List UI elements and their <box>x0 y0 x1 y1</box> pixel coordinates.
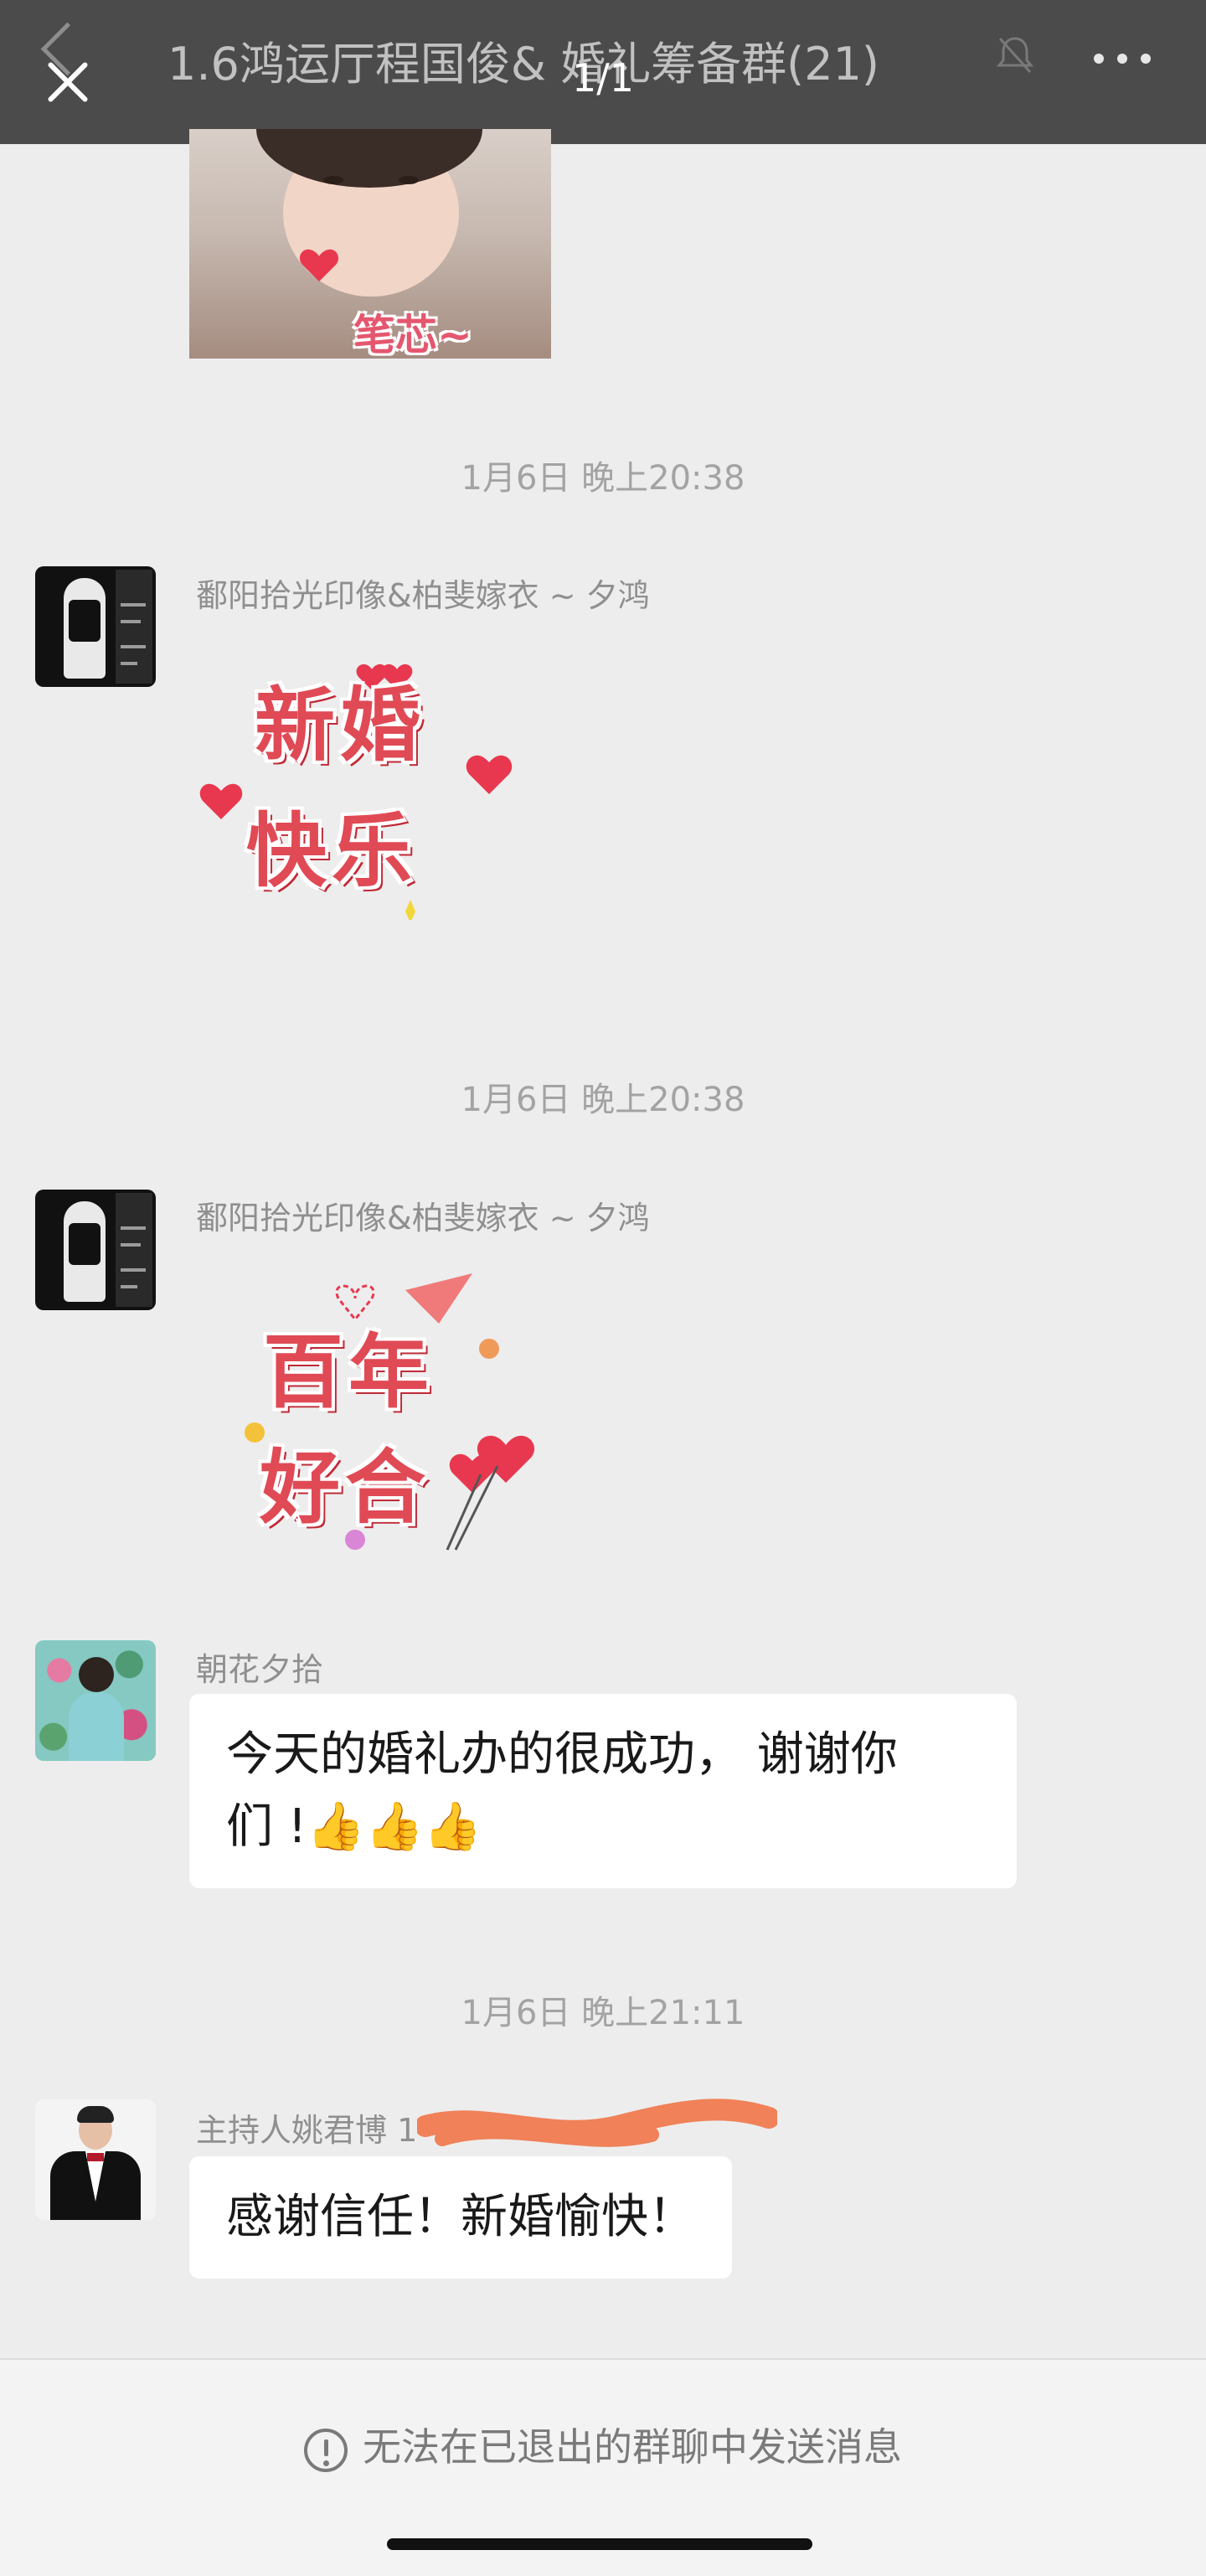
message-timestamp: 1月6日 晚上21:11 <box>461 1994 745 2032</box>
message-bubble[interactable]: 感谢信任！新婚愉快！ <box>189 2156 732 2279</box>
message-timestamp: 1月6日 晚上20:38 <box>461 459 745 498</box>
exited-group-notice: 无法在已退出的群聊中发送消息 <box>0 2417 1206 2472</box>
sticker-eye <box>399 176 419 184</box>
avatar[interactable] <box>35 1640 156 1761</box>
message-text: 们 !👍👍👍 <box>226 1799 482 1854</box>
mute-bell-icon <box>997 37 1033 74</box>
message-text: 今天的婚礼办的很成功， 谢谢你 <box>226 1727 898 1782</box>
bow-tie <box>87 2153 104 2161</box>
avatar[interactable] <box>35 2099 156 2220</box>
message-bubble[interactable]: 今天的婚礼办的很成功， 谢谢你 们 !👍👍👍 <box>189 1694 1017 1888</box>
sticker-text: 好合 <box>260 1441 430 1535</box>
sticker-image[interactable]: 笔芯~ <box>189 129 551 359</box>
avatar-hair <box>77 2106 114 2123</box>
sender-name: 鄱阳拾光印像&柏斐嫁衣 ~ 夕鸿 <box>196 577 650 614</box>
sticker-text: 快乐 <box>246 804 417 898</box>
sticker-text: 百年 <box>263 1325 434 1419</box>
avatar-panel <box>116 570 152 684</box>
info-icon <box>304 2428 348 2472</box>
redaction-scribble <box>417 2098 777 2147</box>
avatar-figure <box>64 1201 106 1302</box>
avatar-body <box>69 1692 124 1761</box>
message-timestamp: 1月6日 晚上20:38 <box>461 1081 745 1119</box>
sticker-text: 新婚 <box>255 679 425 772</box>
sticker-caption: 笔芯~ <box>353 311 472 359</box>
home-indicator[interactable] <box>387 2538 812 2550</box>
sender-name: 主持人姚君博 1 <box>196 2112 418 2149</box>
avatar[interactable] <box>35 566 156 687</box>
top-bar: 1.6鸿运厅程国俊& 婚礼筹备群(21) 1/1 <box>0 0 1206 144</box>
heart-icon <box>299 249 339 281</box>
avatar-panel <box>116 1193 152 1307</box>
image-counter: 1/1 <box>571 55 635 101</box>
avatar[interactable] <box>35 1190 156 1310</box>
avatar-person <box>79 1657 114 1692</box>
notice-text: 无法在已退出的群聊中发送消息 <box>363 2424 902 2470</box>
avatar-figure <box>64 578 106 679</box>
more-options-icon[interactable] <box>1094 50 1152 67</box>
close-icon[interactable] <box>40 55 94 109</box>
sticker-eye <box>323 176 343 184</box>
sender-name: 朝花夕拾 <box>196 1651 324 1688</box>
message-text: 感谢信任！新婚愉快！ <box>226 2190 695 2244</box>
sender-name: 鄱阳拾光印像&柏斐嫁衣 ~ 夕鸿 <box>196 1200 650 1236</box>
